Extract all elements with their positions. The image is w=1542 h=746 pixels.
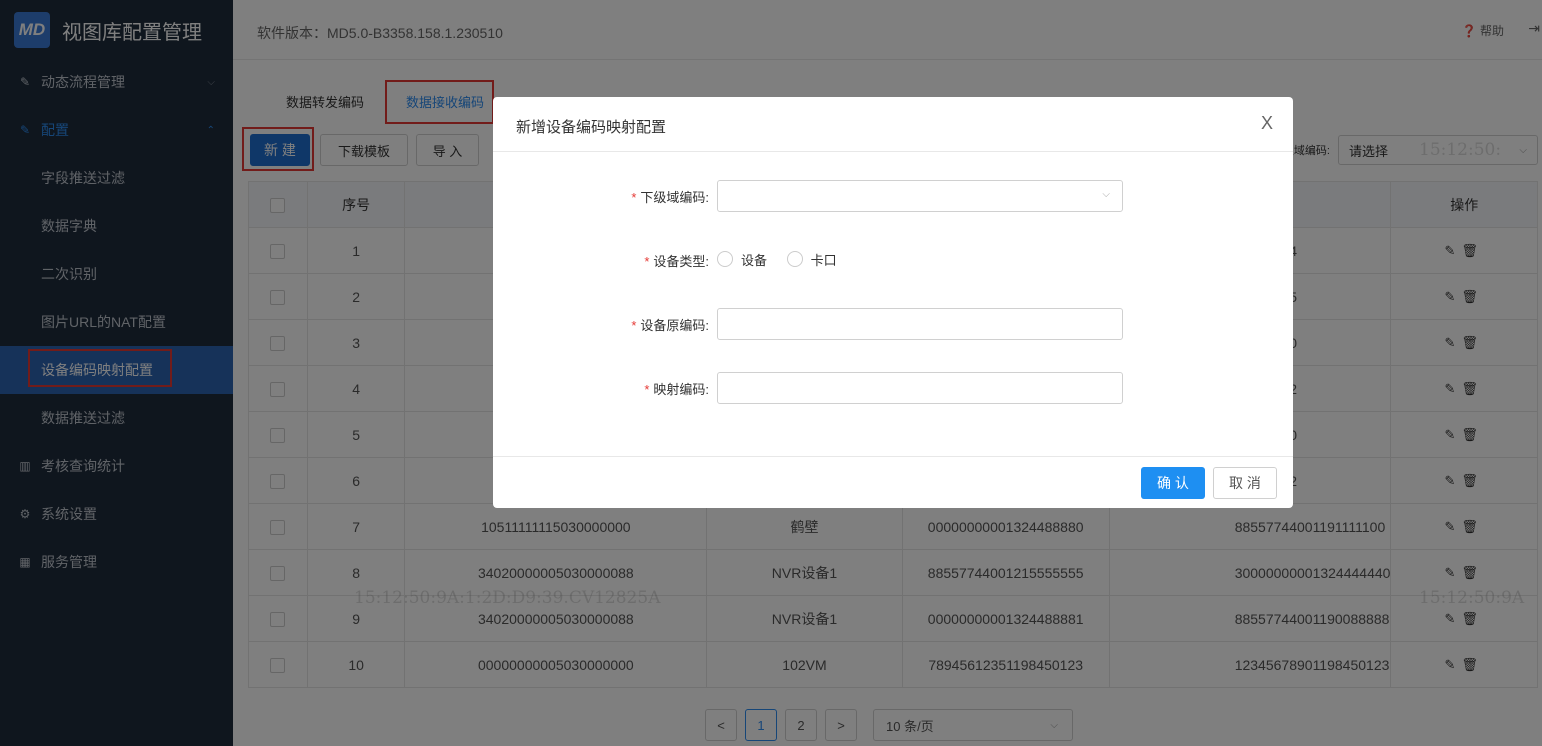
device-type-row: * 设备类型: 设备 卡口 bbox=[493, 244, 1293, 276]
device-type-radio-checkpoint[interactable]: 卡口 bbox=[786, 250, 837, 269]
domain-code-row: * 下级域编码: ⌵ bbox=[493, 180, 1293, 212]
label-text: 下级域编码: bbox=[640, 189, 709, 205]
label-text: 设备类型: bbox=[653, 253, 709, 269]
confirm-button[interactable]: 确 认 bbox=[1141, 467, 1205, 499]
radio-circle[interactable] bbox=[786, 251, 803, 268]
device-type-radio-device[interactable]: 设备 bbox=[717, 250, 767, 269]
device-type-label: * 设备类型: bbox=[644, 253, 709, 269]
radio-label: 设备 bbox=[741, 252, 768, 268]
cancel-button[interactable]: 取 消 bbox=[1213, 467, 1277, 499]
label-text: 映射编码: bbox=[653, 381, 709, 397]
radio-circle[interactable] bbox=[717, 251, 733, 268]
add-mapping-dialog: 新增设备编码映射配置 X * 下级域编码: ⌵ * 设备类型: 设备 卡口 * 设备原… bbox=[493, 97, 1293, 508]
domain-code-label: * 下级域编码: bbox=[631, 189, 709, 205]
radio-label: 卡口 bbox=[810, 252, 837, 268]
chevron-down-icon: ⌵ bbox=[1102, 189, 1110, 200]
label-text: 设备原编码: bbox=[640, 317, 709, 333]
dialog-header: 新增设备编码映射配置 X bbox=[493, 97, 1293, 152]
close-icon[interactable]: X bbox=[1261, 113, 1273, 134]
original-code-label: * 设备原编码: bbox=[631, 317, 709, 333]
mapping-code-input[interactable] bbox=[717, 372, 1123, 404]
mapping-code-label: * 映射编码: bbox=[644, 381, 709, 397]
original-code-input[interactable] bbox=[717, 308, 1123, 340]
mapping-code-row: * 映射编码: bbox=[493, 372, 1293, 404]
original-code-row: * 设备原编码: bbox=[493, 308, 1293, 340]
dialog-footer: 确 认 取 消 bbox=[493, 456, 1293, 508]
domain-code-select[interactable]: ⌵ bbox=[717, 180, 1123, 212]
dialog-title: 新增设备编码映射配置 bbox=[516, 119, 667, 136]
